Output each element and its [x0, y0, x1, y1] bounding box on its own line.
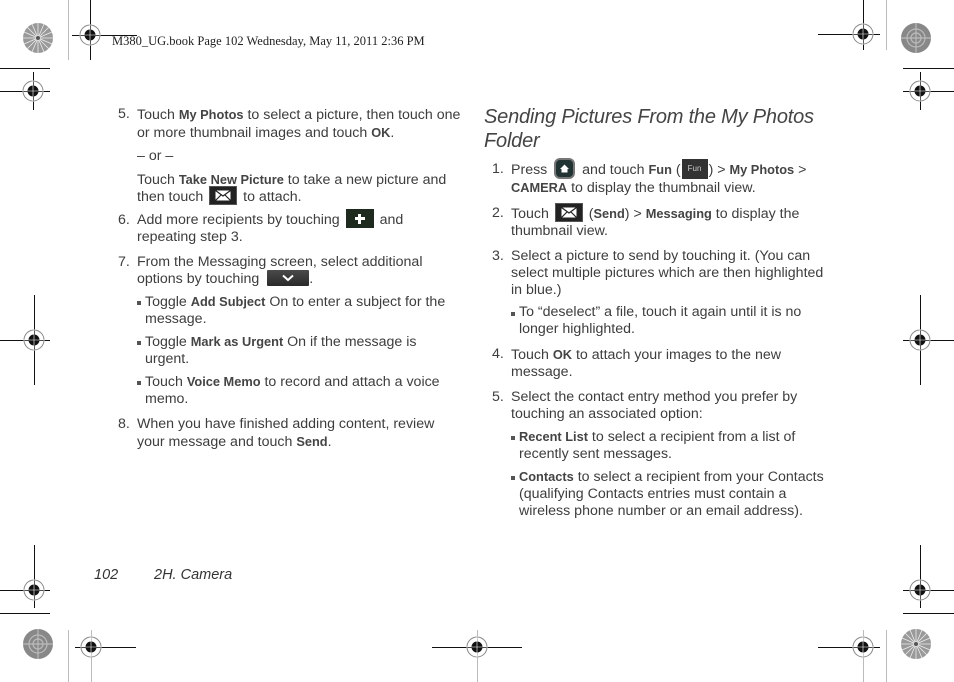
- bullet-icon: [137, 301, 141, 305]
- bullet-text: Touch: [145, 374, 187, 390]
- page-number: 102: [94, 567, 119, 583]
- color-wheel-icon: [901, 23, 931, 53]
- step-text: Press: [511, 162, 552, 178]
- bullet-text: To “deselect” a file, touch it again unt…: [519, 304, 802, 337]
- step-number: 6.: [118, 212, 130, 228]
- registration-mark-icon: [23, 329, 45, 351]
- step-1: 1. Press and touch Fun (Fun) > My Photos…: [492, 157, 837, 197]
- step-text: Touch: [511, 347, 553, 363]
- step-2: 2. Touch (Send) > Messaging to display t…: [492, 203, 837, 240]
- bullet-item: Toggle Add Subject On to enter a subject…: [137, 293, 463, 328]
- ui-term: OK: [371, 125, 391, 140]
- ui-term: My Photos: [729, 162, 795, 177]
- right-column: Sending Pictures From the My Photos Fold…: [484, 105, 837, 526]
- step-number: 8.: [118, 416, 130, 432]
- step-text: Touch: [137, 107, 179, 123]
- fun-icon: Fun: [681, 158, 708, 179]
- bullet-item: Toggle Mark as Urgent On if the message …: [137, 333, 463, 368]
- ui-term: My Photos: [178, 107, 244, 122]
- color-wheel-icon: [901, 629, 931, 659]
- registration-mark-icon: [80, 636, 102, 658]
- step-6: 6. Add more recipients by touching and r…: [118, 209, 463, 246]
- step-3: 3. Select a picture to send by touching …: [492, 248, 837, 338]
- step-7: 7. From the Messaging screen, select add…: [118, 254, 463, 408]
- bullet-icon: [511, 436, 515, 440]
- bullet-item: To “deselect” a file, touch it again unt…: [511, 304, 837, 338]
- step-text: to attach.: [239, 189, 302, 205]
- home-icon: [554, 157, 576, 179]
- color-wheel-icon: [23, 629, 53, 659]
- registration-mark-icon: [909, 329, 931, 351]
- print-header: M380_UG.book Page 102 Wednesday, May 11,…: [112, 34, 425, 48]
- step-5: 5. Select the contact entry method you p…: [492, 389, 837, 520]
- ui-term: Recent List: [519, 429, 588, 444]
- alt-instruction: Touch Take New Picture to take a new pic…: [137, 171, 463, 206]
- step-text: .: [309, 271, 314, 287]
- color-wheel-icon: [23, 23, 53, 53]
- registration-mark-icon: [909, 579, 931, 601]
- ui-term: Add Subject: [190, 294, 266, 309]
- step-text: Touch: [511, 206, 553, 222]
- step-number: 4.: [492, 346, 504, 362]
- ui-term: Take New Picture: [178, 172, 284, 187]
- bullet-item: Touch Voice Memo to record and attach a …: [137, 373, 463, 408]
- ui-term: Mark as Urgent: [190, 334, 284, 349]
- section-title: 2H. Camera: [154, 567, 233, 583]
- ui-term: Send: [296, 434, 328, 449]
- step-text: and touch: [578, 162, 649, 178]
- ui-term: Contacts: [519, 469, 574, 484]
- ui-term: Voice Memo: [186, 374, 261, 389]
- ui-term: Messaging: [645, 206, 712, 221]
- registration-mark-icon: [909, 80, 931, 102]
- step-number: 1.: [492, 161, 504, 177]
- registration-mark-icon: [852, 23, 874, 45]
- step-text: Select the contact entry method you pref…: [511, 389, 798, 422]
- step-text: ) >: [624, 206, 646, 222]
- bullet-text: Toggle: [145, 334, 191, 350]
- envelope-icon: [554, 203, 583, 223]
- bullet-icon: [137, 341, 141, 345]
- step-text: .: [390, 125, 395, 141]
- ui-term: CAMERA: [511, 180, 568, 195]
- step-4: 4. Touch OK to attach your images to the…: [492, 346, 837, 381]
- step-text: ) >: [708, 162, 730, 178]
- left-column: 5. Touch My Photos to select a picture, …: [118, 106, 463, 457]
- ui-term: OK: [552, 347, 573, 362]
- section-heading: Sending Pictures From the My Photos Fold…: [484, 106, 814, 152]
- envelope-icon: [209, 186, 238, 206]
- plus-icon: [345, 209, 374, 229]
- step-number: 7.: [118, 254, 130, 270]
- step-text: Touch: [137, 172, 179, 188]
- bullet-text: Toggle: [145, 294, 191, 310]
- step-text: Add more recipients by touching: [137, 212, 344, 228]
- bullet-item: Recent List to select a recipient from a…: [511, 428, 837, 463]
- step-number: 3.: [492, 248, 504, 264]
- step-text: (: [671, 162, 681, 178]
- chevron-down-icon: [267, 269, 310, 286]
- step-text: to display the thumbnail view.: [567, 180, 756, 196]
- bullet-icon: [511, 312, 515, 316]
- registration-mark-icon: [22, 80, 44, 102]
- ui-term: Fun: [648, 162, 672, 177]
- step-8: 8. When you have finished adding content…: [118, 416, 463, 451]
- step-text: >: [794, 162, 807, 178]
- step-text: Select a picture to send by touching it.…: [511, 248, 824, 298]
- step-number: 5.: [492, 389, 504, 405]
- registration-mark-icon: [23, 579, 45, 601]
- step-number: 5.: [118, 106, 130, 122]
- registration-mark-icon: [79, 24, 101, 46]
- step-5: 5. Touch My Photos to select a picture, …: [118, 106, 463, 206]
- bullet-icon: [137, 381, 141, 385]
- ui-term: Send: [593, 206, 625, 221]
- or-separator: – or –: [137, 148, 174, 164]
- step-text: .: [327, 434, 332, 450]
- step-text: When you have finished adding content, r…: [137, 416, 435, 450]
- step-number: 2.: [492, 205, 504, 221]
- bullet-icon: [511, 476, 515, 480]
- bullet-item: Contacts to select a recipient from your…: [511, 468, 837, 520]
- registration-mark-icon: [852, 636, 874, 658]
- registration-mark-icon: [466, 636, 488, 658]
